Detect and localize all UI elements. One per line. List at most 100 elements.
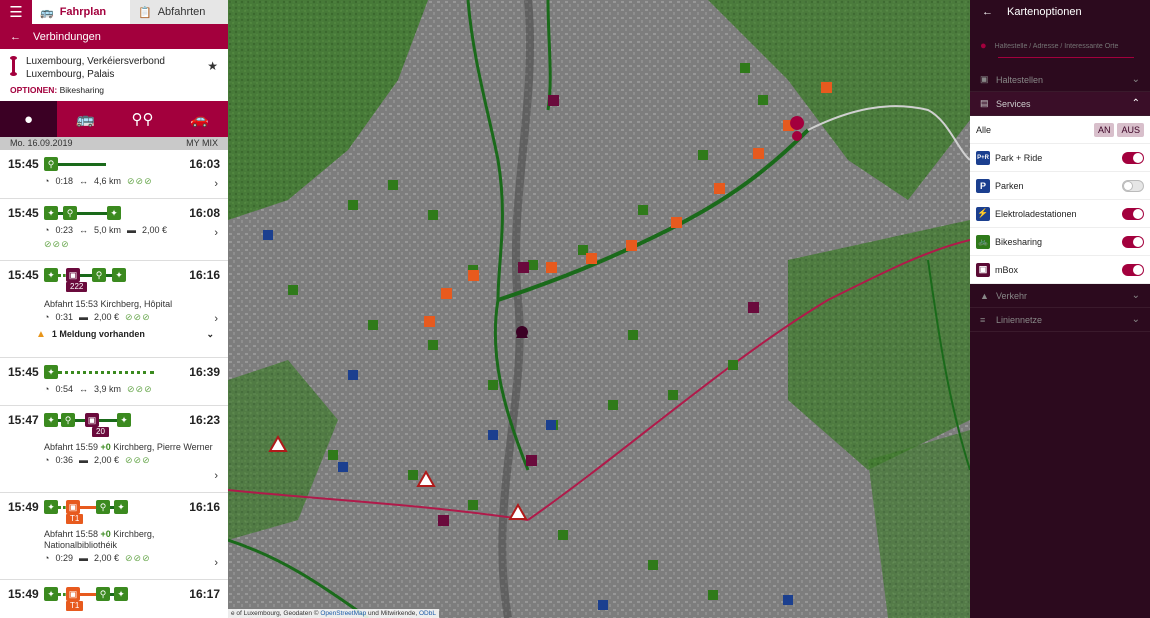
- route-summary[interactable]: Luxembourg, Verkéiersverbond Luxembourg,…: [0, 49, 228, 101]
- connection-item[interactable]: 15:49 ✦ ▣ ⚲ ✦ T1 16:16 Abfahrt 15:58 +0 …: [0, 493, 228, 580]
- arrival-time: 16:16: [189, 500, 220, 514]
- section-verkehr[interactable]: ▲ Verkehr ⌄: [970, 284, 1150, 308]
- menu-icon[interactable]: ☰: [0, 0, 32, 24]
- chevron-right-icon[interactable]: ›: [214, 178, 218, 190]
- ticket-icon: ▬: [126, 225, 136, 235]
- chevron-down-icon[interactable]: ⌄: [206, 329, 214, 340]
- duration: 0:31: [55, 312, 73, 322]
- tab-fahrplan-label: Fahrplan: [59, 6, 107, 18]
- bus-icon: ▣: [66, 268, 80, 282]
- back-arrow-icon[interactable]: ←: [10, 31, 21, 43]
- osm-link[interactable]: OpenStreetMap: [320, 610, 366, 617]
- mode-walk[interactable]: ●: [0, 101, 57, 137]
- walk-icon: ✦: [114, 500, 128, 514]
- search-box: ●: [970, 24, 1150, 68]
- top-tabs: ☰ 🚌 Fahrplan 📋 Abfahrten: [0, 0, 228, 24]
- section-services[interactable]: ▤ Services ⌃: [970, 92, 1150, 116]
- chevron-right-icon[interactable]: ›: [214, 313, 218, 325]
- service-park-ride[interactable]: P+R Park + Ride: [970, 144, 1150, 172]
- panel-title: Kartenoptionen: [1007, 6, 1082, 18]
- all-off-button[interactable]: AUS: [1117, 122, 1144, 137]
- connection-item[interactable]: 15:47 ✦ ⚲ ▣ ✦ 20 16:23 Abfahrt 15:59 +0 …: [0, 406, 228, 493]
- bike-icon: ⚲⚲: [131, 111, 154, 128]
- toggle-mbox[interactable]: [1122, 263, 1144, 276]
- toggle-elektroladestationen[interactable]: [1122, 207, 1144, 220]
- connection-item[interactable]: 15:45 ⚲ 16:03 ◔ 0:18 ↔ 4,6 km ⊘⊘⊘ ›: [0, 150, 228, 199]
- line-badge: 20: [92, 427, 109, 437]
- mode-car[interactable]: 🚗: [171, 101, 228, 137]
- toggle-bikesharing[interactable]: [1122, 235, 1144, 248]
- service-label: mBox: [995, 264, 1019, 275]
- car-icon: 🚗: [190, 111, 209, 128]
- service-bikesharing[interactable]: 🚲 Bikesharing: [970, 228, 1150, 256]
- tab-fahrplan[interactable]: 🚌 Fahrplan: [32, 0, 130, 24]
- departure-time: 15:47: [8, 413, 39, 427]
- walk-icon: ✦: [44, 587, 58, 601]
- arrival-time: 16:08: [189, 206, 220, 220]
- departure-time: 15:49: [8, 587, 39, 601]
- eco-leaf-icon: ⊘⊘⊘: [125, 311, 151, 322]
- arrival-time: 16:17: [189, 587, 220, 601]
- search-input[interactable]: [994, 42, 1135, 50]
- service-elektroladestationen[interactable]: ⚡ Elektroladestationen: [970, 200, 1150, 228]
- bus-icon: 🚌: [40, 6, 54, 19]
- odbl-link[interactable]: ODbL: [419, 610, 436, 617]
- clock-icon: ◔: [44, 384, 50, 394]
- toggle-park-ride[interactable]: [1122, 151, 1144, 164]
- park-ride-icon: P+R: [976, 150, 990, 165]
- section-liniennetze[interactable]: ≡ Liniennetze ⌄: [970, 308, 1150, 332]
- price: 2,00 €: [93, 455, 119, 465]
- all-on-button[interactable]: AN: [1093, 122, 1115, 137]
- ticket-icon: ▬: [78, 553, 88, 563]
- connections-panel: ☰ 🚌 Fahrplan 📋 Abfahrten ← Verbindungen …: [0, 0, 228, 618]
- map-canvas[interactable]: [228, 0, 970, 618]
- service-mbox[interactable]: ▣ mBox: [970, 256, 1150, 284]
- tab-abfahrten[interactable]: 📋 Abfahrten: [130, 0, 228, 24]
- price: 2,00 €: [93, 553, 119, 563]
- departure-time: 15:45: [8, 157, 39, 171]
- favorite-star-icon[interactable]: ★: [207, 59, 218, 73]
- distance-icon: ↔: [78, 384, 88, 394]
- ticket-icon: ▬: [78, 455, 88, 465]
- service-label: Parken: [995, 180, 1024, 191]
- parking-icon: P: [976, 178, 990, 193]
- eco-leaf-icon: ⊘⊘⊘: [126, 383, 153, 394]
- connection-item[interactable]: 15:45 ✦ 16:39 ◔ 0:54 ↔ 3,9 km ⊘⊘⊘: [0, 358, 228, 406]
- mbox-icon: ▣: [976, 262, 990, 277]
- chevron-right-icon[interactable]: ›: [214, 227, 218, 239]
- chevron-right-icon[interactable]: ›: [214, 557, 218, 569]
- date-label: Mo. 16.09.2019: [10, 138, 73, 148]
- back-arrow-icon[interactable]: ←: [982, 6, 993, 18]
- chevron-down-icon: ⌄: [1131, 290, 1140, 301]
- clock-icon: ◔: [44, 553, 50, 563]
- notice-text: 1 Meldung vorhanden: [51, 329, 145, 339]
- duration: 0:18: [55, 176, 73, 186]
- bike-icon: ⚲: [96, 587, 110, 601]
- walk-icon: ✦: [107, 206, 121, 220]
- notice-row[interactable]: ▲ 1 Meldung vorhanden ⌄: [8, 324, 220, 342]
- mode-bike[interactable]: ⚲⚲: [114, 101, 171, 137]
- clock-icon: ◔: [44, 455, 50, 465]
- departure-time: 15:45: [8, 268, 39, 282]
- walk-icon: ✦: [44, 500, 58, 514]
- mode-bus[interactable]: 🚌: [57, 101, 114, 137]
- section-label: Verkehr: [996, 290, 1028, 301]
- route-options: OPTIONEN: Bikesharing: [10, 85, 105, 95]
- traffic-icon: ▲: [980, 290, 989, 301]
- map-attribution: e of Luxembourg, Geodaten © OpenStreetMa…: [228, 609, 439, 618]
- connection-item[interactable]: 15:45 ✦ ⚲ ✦ 16:08 ◔ 0:23 ↔ 5,0 km ▬ 2,00 € …: [0, 199, 228, 261]
- tab-abfahrten-label: Abfahrten: [157, 6, 206, 18]
- departure-info: Abfahrt 15:53 Kirchberg, Hôpital: [44, 299, 173, 309]
- toggle-parken[interactable]: [1122, 179, 1144, 192]
- distance: 4,6 km: [93, 176, 121, 186]
- services-list: Alle AN AUS P+R Park + Ride P Parken ⚡ E…: [970, 116, 1150, 284]
- walk-icon: ✦: [44, 413, 58, 427]
- section-haltestellen[interactable]: ▣ Haltestellen ⌄: [970, 68, 1150, 92]
- connection-item[interactable]: 15:49 ✦ ▣ ⚲ ✦ T1 16:17: [0, 580, 228, 618]
- chevron-right-icon[interactable]: ›: [214, 470, 218, 482]
- route-from: Luxembourg, Verkéiersverbond: [26, 56, 165, 67]
- map-view[interactable]: e of Luxembourg, Geodaten © OpenStreetMa…: [228, 0, 970, 618]
- service-parken[interactable]: P Parken: [970, 172, 1150, 200]
- connection-item[interactable]: 15:45 ✦ ▣ ⚲ ✦ 222 16:16 Abfahrt 15:53 Ki…: [0, 261, 228, 358]
- departure-info: Abfahrt 15:59 +0 Kirchberg, Pierre Werne…: [44, 442, 213, 452]
